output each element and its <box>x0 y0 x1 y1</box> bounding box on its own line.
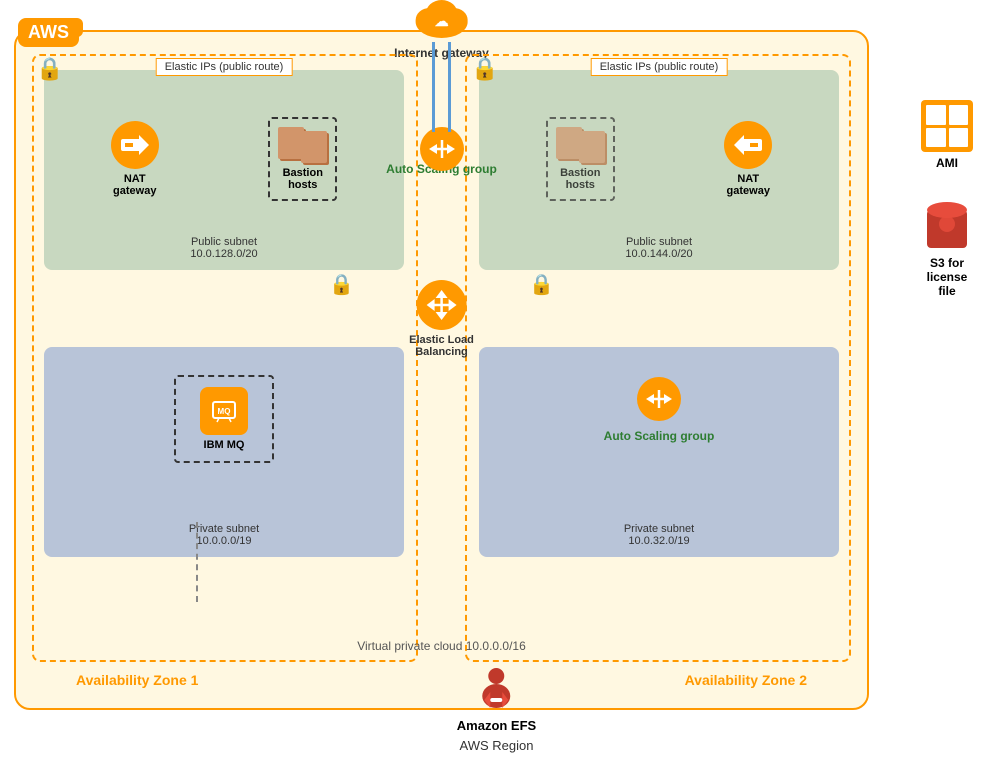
elastic-ip-label-left: Elastic IPs (public route) <box>156 58 293 76</box>
bastion-box-right: Bastionhosts <box>546 117 615 201</box>
connector-line-left <box>432 42 435 132</box>
elb-container: 🔒 🔒 Elastic LoadBalancing <box>409 280 474 358</box>
efs-icon <box>471 664 523 716</box>
server-icon-4 <box>579 131 605 163</box>
public-subnet-left-label: Public subnet 10.0.128.0/20 <box>44 236 404 260</box>
right-panel: AMI S3 forlicensefile <box>921 100 973 298</box>
amazon-efs-label: Amazon EFS <box>457 718 536 733</box>
ami-label: AMI <box>936 156 958 170</box>
ami-grid-icon <box>921 100 973 152</box>
s3-bucket-icon <box>923 200 971 252</box>
nat-gateway-right-icon <box>724 121 772 169</box>
public-subnet-right-label: Public subnet 10.0.144.0/20 <box>479 236 839 260</box>
lock-icon-right: 🔒 <box>471 56 498 82</box>
lock-icon-left: 🔒 <box>36 56 63 82</box>
ibm-mq-label: IBM MQ <box>204 439 245 451</box>
private-subnet-left-label: Private subnet 10.0.0.0/19 <box>44 523 404 547</box>
az-label-1: Availability Zone 1 <box>76 672 198 688</box>
server-icon-2 <box>301 131 327 163</box>
vpc-container: VPC ☁ Internet gateway 🔒 El <box>14 30 869 710</box>
vpc-cidr-label: Virtual private cloud 10.0.0.0/16 <box>357 639 526 653</box>
cloud-icon: ☁ <box>411 0 471 44</box>
bastion-box-left: Bastionhosts <box>268 117 337 201</box>
lock-elb-left: 🔒 <box>329 272 354 297</box>
nat-gateway-left: NATgateway <box>111 121 159 197</box>
svg-text:MQ: MQ <box>218 407 231 416</box>
private-subnet-left: MQ IBM MQ Private subnet 10.0.0.0/19 <box>44 347 404 557</box>
s3-label: S3 forlicensefile <box>927 256 968 298</box>
private-subnet-right: Auto Scaling group Private subnet 10.0.3… <box>479 347 839 557</box>
bastion-label-left: Bastionhosts <box>283 167 323 191</box>
bastion-label-right: Bastionhosts <box>560 167 600 191</box>
public-subnet-right: 🔒 Elastic IPs (public route) Bastionhost… <box>479 70 839 270</box>
dashed-connector <box>196 522 198 602</box>
nat-gateway-left-icon <box>111 121 159 169</box>
internet-gateway: ☁ Internet gateway <box>394 0 489 60</box>
ibm-mq-box: MQ IBM MQ <box>174 375 274 463</box>
auto-scaling-icon-top <box>420 127 464 171</box>
amazon-efs: Amazon EFS <box>457 664 536 733</box>
lock-elb-right: 🔒 <box>529 272 554 297</box>
s3-icon: S3 forlicensefile <box>923 200 971 298</box>
ami-icon: AMI <box>921 100 973 170</box>
connector-line-right <box>448 42 451 132</box>
aws-badge: AWS <box>18 18 79 47</box>
aws-region-label: AWS Region <box>460 738 534 753</box>
elb-label: Elastic LoadBalancing <box>409 334 474 358</box>
auto-scaling-group-bottom: Auto Scaling group <box>491 429 827 443</box>
elb-icon <box>416 280 466 330</box>
server-icon-3 <box>556 127 582 159</box>
auto-scaling-icon-bottom <box>637 377 681 421</box>
ibm-mq-icon: MQ <box>200 387 248 435</box>
az-label-2: Availability Zone 2 <box>685 672 807 688</box>
svg-text:☁: ☁ <box>434 13 448 29</box>
nat-gateway-right: NATgateway <box>724 121 772 197</box>
public-subnet-left: 🔒 Elastic IPs (public route) NATgateway <box>44 70 404 270</box>
private-subnet-right-label: Private subnet 10.0.32.0/19 <box>479 523 839 547</box>
elastic-ip-label-right: Elastic IPs (public route) <box>591 58 728 76</box>
